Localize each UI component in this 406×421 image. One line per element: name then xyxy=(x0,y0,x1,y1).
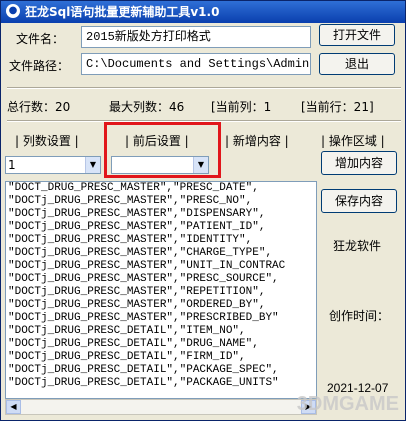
filename-label: 文件名： xyxy=(16,32,65,46)
title-bar: ● 狂龙Sql语句批量更新辅助工具v1.0 xyxy=(1,1,405,23)
open-file-button[interactable]: 打开文件 xyxy=(319,24,395,46)
list-item[interactable]: "DOCTj_DRUG_PRESC_DETAIL","PACKAGE_SPEC"… xyxy=(6,364,316,377)
max-cols: 最大列数：46 xyxy=(109,100,185,114)
horizontal-scrollbar[interactable]: ◀ ▶ xyxy=(5,399,317,415)
list-item[interactable]: "DOCTj_DRUG_PRESC_MASTER","PRESC_NO", xyxy=(6,195,316,208)
scroll-left-icon[interactable]: ◀ xyxy=(6,400,21,414)
save-content-button[interactable]: 保存内容 xyxy=(321,189,397,213)
filename-field[interactable]: 2015新版处方打印格式 xyxy=(81,26,311,48)
main-window: ● 狂龙Sql语句批量更新辅助工具v1.0 文件名： 2015新版处方打印格式 … xyxy=(0,0,406,421)
exit-button[interactable]: 退出 xyxy=(319,53,395,75)
sql-list[interactable]: "DOCT_DRUG_PRESC_MASTER","PRESC_DATE", "D… xyxy=(5,181,317,399)
filepath-field[interactable]: C:\Documents and Settings\Adminis xyxy=(81,53,311,75)
total-rows: 总行数：20 xyxy=(7,100,71,114)
current-col: [当前列：1 xyxy=(211,100,272,114)
list-item[interactable]: "DOCTj_DRUG_PRESC_MASTER","CHARGE_TYPE", xyxy=(6,247,316,260)
list-item[interactable]: "DOCTj_DRUG_PRESC_DETAIL","DRUG_NAME", xyxy=(6,338,316,351)
list-item[interactable]: "DOCTj_DRUG_PRESC_MASTER","ORDERED_BY", xyxy=(6,299,316,312)
prefix-select[interactable]: ▼ xyxy=(111,156,209,174)
list-item[interactable]: "DOCTj_DRUG_PRESC_MASTER","REPETITION", xyxy=(6,286,316,299)
watermark: 3DMGAME xyxy=(296,393,399,415)
filepath-label: 文件路径： xyxy=(9,59,70,73)
window-title: 狂龙Sql语句批量更新辅助工具v1.0 xyxy=(25,5,220,19)
col-settings-header: | 列数设置 | xyxy=(15,134,79,148)
current-row: [当前行：21] xyxy=(301,100,374,114)
list-item[interactable]: "DOCTj_DRUG_PRESC_DETAIL","ITEM_NO", xyxy=(6,325,316,338)
chevron-down-icon[interactable]: ▼ xyxy=(85,157,100,173)
sql-list-rows: "DOCT_DRUG_PRESC_MASTER","PRESC_DATE", "D… xyxy=(6,182,316,390)
col-count-value: 1 xyxy=(8,158,16,172)
list-item[interactable]: "DOCTj_DRUG_PRESC_DETAIL","FIRM_ID", xyxy=(6,351,316,364)
list-item[interactable]: "DOCTj_DRUG_PRESC_MASTER","PATIENT_ID", xyxy=(6,221,316,234)
created-time-label: 创作时间： xyxy=(329,309,390,323)
list-item[interactable]: "DOCTj_DRUG_PRESC_MASTER","PRESCRIBED_BY… xyxy=(6,312,316,325)
app-icon: ● xyxy=(6,4,20,18)
list-item[interactable]: "DOCTj_DRUG_PRESC_MASTER","UNIT_IN_CONTR… xyxy=(6,260,316,273)
list-item[interactable]: "DOCTj_DRUG_PRESC_DETAIL","PACKAGE_UNITS… xyxy=(6,377,316,390)
list-item[interactable]: "DOCT_DRUG_PRESC_MASTER","PRESC_DATE", xyxy=(6,182,316,195)
brand-label: 狂龙软件 xyxy=(333,239,382,253)
new-content-header: | 新增内容 | xyxy=(225,134,289,148)
list-item[interactable]: "DOCTj_DRUG_PRESC_MASTER","PRESC_SOURCE"… xyxy=(6,273,316,286)
chevron-down-icon[interactable]: ▼ xyxy=(193,157,208,173)
list-item[interactable]: "DOCTj_DRUG_PRESC_MASTER","IDENTITY", xyxy=(6,234,316,247)
add-content-button[interactable]: 增加内容 xyxy=(321,151,397,175)
list-item[interactable]: "DOCTj_DRUG_PRESC_MASTER","DISPENSARY", xyxy=(6,208,316,221)
ops-area-header: | 操作区域 | xyxy=(321,134,385,148)
col-count-select[interactable]: 1 ▼ xyxy=(5,156,101,174)
divider-top xyxy=(7,87,401,89)
